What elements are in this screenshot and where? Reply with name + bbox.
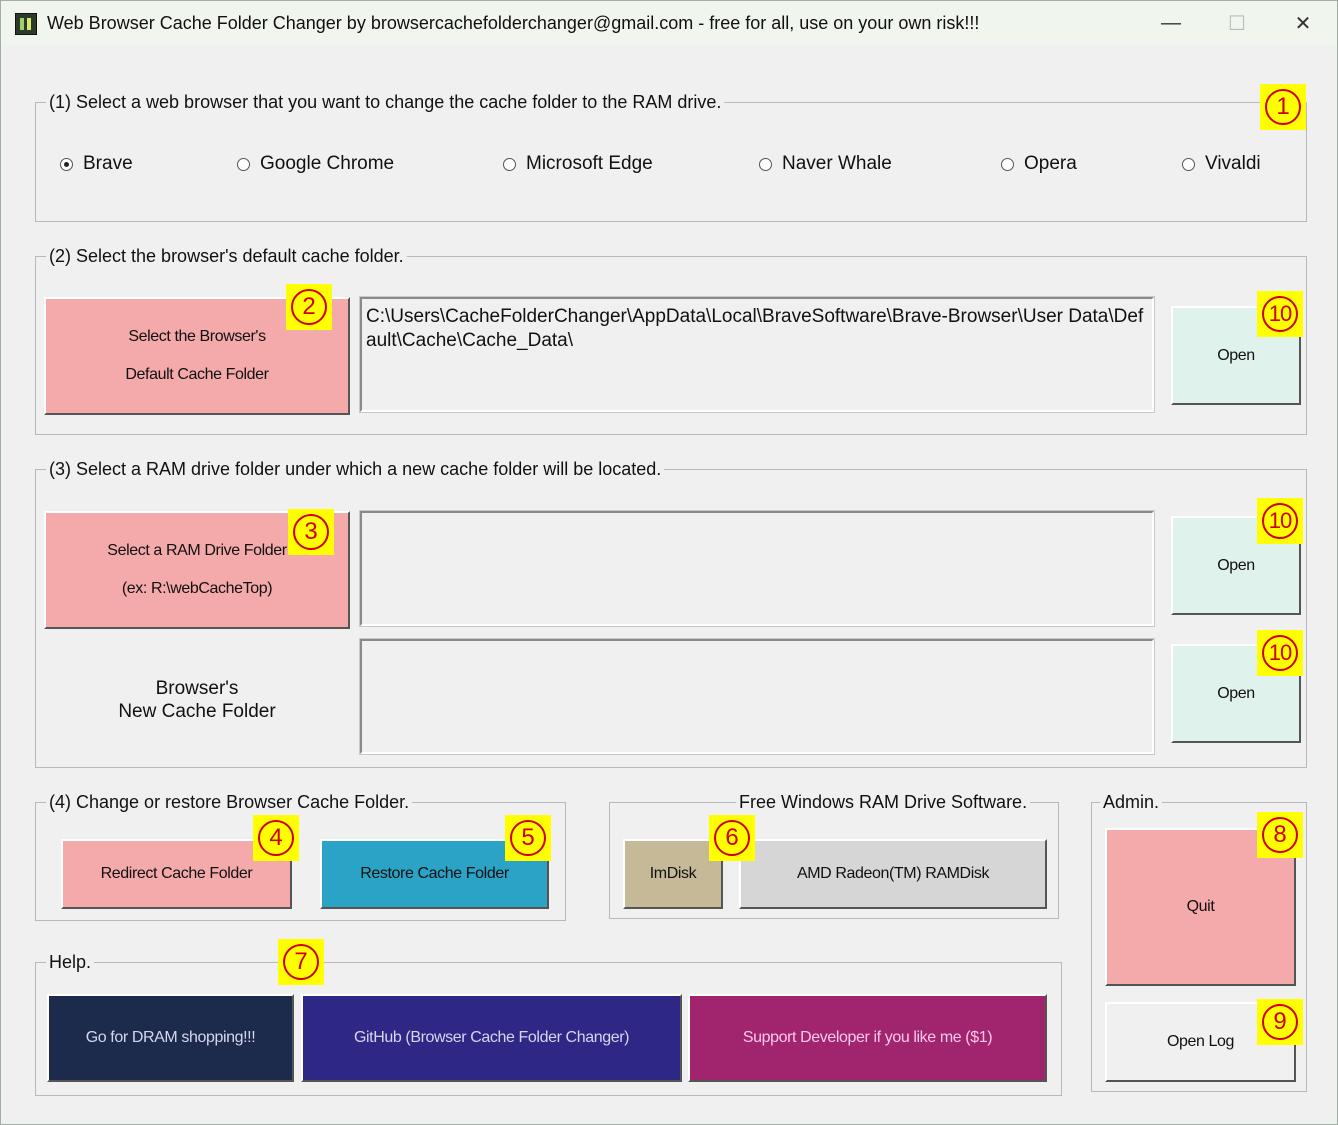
radio-opera-indicator[interactable]: [1001, 157, 1014, 171]
close-button[interactable]: ✕: [1278, 7, 1328, 39]
annotation-badge-10-step2: 10: [1257, 291, 1303, 337]
title-bar: Web Browser Cache Folder Changer by brow…: [1, 1, 1337, 45]
dram-shopping-button[interactable]: Go for DRAM shopping!!!: [47, 994, 294, 1082]
annotation-badge-10-new-number: 10: [1262, 635, 1298, 671]
annotation-badge-1-number: 1: [1265, 89, 1301, 125]
amd-ramdisk-label: AMD Radeon(TM) RAMDisk: [796, 865, 990, 882]
support-developer-label: Support Developer if you like me ($1): [742, 1029, 993, 1046]
radio-microsoft-edge-indicator[interactable]: [503, 157, 516, 171]
github-button[interactable]: GitHub (Browser Cache Folder Changer): [301, 994, 682, 1082]
dram-shopping-label: Go for DRAM shopping!!!: [85, 1029, 256, 1046]
annotation-badge-4: 4: [253, 815, 299, 861]
annotation-badge-9-number: 9: [1262, 1004, 1298, 1040]
radio-naver-whale-label: Naver Whale: [782, 153, 892, 174]
annotation-badge-4-number: 4: [258, 820, 294, 856]
maximize-button[interactable]: ☐: [1212, 7, 1262, 39]
radio-naver-whale-indicator[interactable]: [759, 157, 772, 171]
step4-legend: (4) Change or restore Browser Cache Fold…: [46, 791, 413, 813]
radio-brave[interactable]: Brave: [60, 153, 133, 175]
radio-google-chrome-label: Google Chrome: [260, 153, 395, 174]
minimize-button[interactable]: —: [1146, 7, 1196, 39]
new-cache-folder-label-line2: New Cache Folder: [118, 701, 276, 722]
help-legend: Help.: [46, 951, 95, 973]
ram-drive-software-legend: Free Windows RAM Drive Software.: [736, 791, 1031, 813]
step1-legend: (1) Select a web browser that you want t…: [46, 91, 725, 113]
annotation-badge-8-number: 8: [1262, 817, 1298, 853]
annotation-badge-9: 9: [1257, 999, 1303, 1045]
open-ram-drive-folder-label: Open: [1217, 556, 1255, 574]
radio-google-chrome-indicator[interactable]: [237, 157, 250, 171]
annotation-badge-7: 7: [278, 939, 324, 985]
imdisk-button[interactable]: ImDisk: [623, 839, 723, 909]
new-cache-folder-label: Browser's New Cache Folder: [97, 677, 297, 723]
step3-legend: (3) Select a RAM drive folder under whic…: [46, 458, 665, 480]
redirect-cache-folder-label: Redirect Cache Folder: [100, 865, 253, 882]
select-ram-drive-folder-line1: Select a RAM Drive Folder: [107, 542, 287, 559]
app-window: Web Browser Cache Folder Changer by brow…: [0, 0, 1338, 1125]
quit-label: Quit: [1186, 898, 1215, 915]
window-title: Web Browser Cache Folder Changer by brow…: [47, 13, 980, 33]
amd-ramdisk-button[interactable]: AMD Radeon(TM) RAMDisk: [739, 839, 1047, 909]
step2-legend: (2) Select the browser's default cache f…: [46, 245, 407, 267]
annotation-badge-3: 3: [288, 509, 334, 555]
open-new-cache-folder-label: Open: [1217, 684, 1255, 702]
annotation-badge-10-ram: 10: [1257, 498, 1303, 544]
annotation-badge-10-new: 10: [1257, 630, 1303, 676]
annotation-badge-2-number: 2: [291, 289, 327, 325]
app-icon: [15, 13, 37, 35]
annotation-badge-10-step2-number: 10: [1262, 296, 1298, 332]
select-default-cache-folder-line1: Select the Browser's: [128, 328, 266, 345]
annotation-badge-5-number: 5: [510, 820, 546, 856]
annotation-badge-7-number: 7: [283, 944, 319, 980]
radio-microsoft-edge[interactable]: Microsoft Edge: [503, 153, 653, 175]
radio-brave-indicator[interactable]: [60, 157, 73, 171]
step1-group: (1) Select a web browser that you want t…: [35, 91, 1307, 222]
annotation-badge-5: 5: [505, 815, 551, 861]
radio-google-chrome[interactable]: Google Chrome: [237, 153, 394, 175]
annotation-badge-2: 2: [286, 284, 332, 330]
annotation-badge-10-ram-number: 10: [1262, 503, 1298, 539]
radio-opera-label: Opera: [1024, 153, 1077, 174]
default-cache-path-field[interactable]: C:\Users\CacheFolderChanger\AppData\Loca…: [359, 296, 1155, 413]
imdisk-label: ImDisk: [649, 865, 697, 882]
support-developer-button[interactable]: Support Developer if you like me ($1): [688, 994, 1047, 1082]
radio-brave-label: Brave: [83, 153, 133, 174]
open-log-label: Open Log: [1166, 1033, 1235, 1050]
new-cache-folder-path-field[interactable]: [359, 638, 1155, 755]
new-cache-folder-label-line1: Browser's: [155, 678, 239, 699]
annotation-badge-3-number: 3: [293, 514, 329, 550]
admin-legend: Admin.: [1100, 791, 1163, 813]
annotation-badge-6-number: 6: [714, 820, 750, 856]
github-label: GitHub (Browser Cache Folder Changer): [353, 1029, 630, 1046]
annotation-badge-8: 8: [1257, 812, 1303, 858]
select-default-cache-folder-line2: Default Cache Folder: [125, 366, 269, 383]
open-default-cache-label: Open: [1217, 346, 1255, 364]
select-ram-drive-folder-line2: (ex: R:\webCacheTop): [121, 580, 273, 597]
annotation-badge-1: 1: [1260, 84, 1306, 130]
radio-opera[interactable]: Opera: [1001, 153, 1077, 175]
ram-drive-path-field[interactable]: [359, 510, 1155, 627]
radio-vivaldi[interactable]: Vivaldi: [1182, 153, 1261, 175]
radio-microsoft-edge-label: Microsoft Edge: [526, 153, 653, 174]
radio-vivaldi-indicator[interactable]: [1182, 157, 1195, 171]
restore-cache-folder-label: Restore Cache Folder: [360, 865, 509, 882]
radio-vivaldi-label: Vivaldi: [1205, 153, 1261, 174]
radio-naver-whale[interactable]: Naver Whale: [759, 153, 892, 175]
annotation-badge-6: 6: [709, 815, 755, 861]
